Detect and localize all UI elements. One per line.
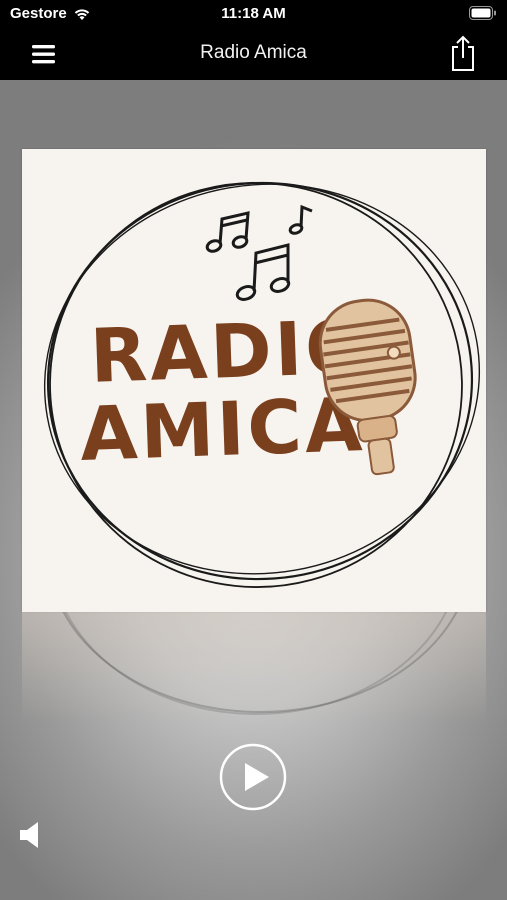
share-icon (452, 35, 474, 71)
page-title: Radio Amica (200, 42, 307, 63)
artwork-reflection (22, 612, 486, 722)
share-button[interactable] (447, 33, 479, 73)
play-button[interactable] (219, 743, 287, 811)
microphone-icon (318, 298, 417, 476)
status-bar: Gestore 11:18 AM (0, 0, 507, 28)
volume-icon (20, 822, 38, 848)
play-icon (219, 743, 287, 811)
reflection-circles (62, 612, 458, 715)
battery-icon (469, 6, 497, 24)
status-time: 11:18 AM (221, 5, 286, 22)
navigation-bar: Radio Amica (0, 28, 507, 80)
music-notes-icon (205, 204, 313, 301)
volume-button[interactable] (18, 820, 44, 850)
station-artwork: RADIO AMICA (22, 149, 486, 612)
